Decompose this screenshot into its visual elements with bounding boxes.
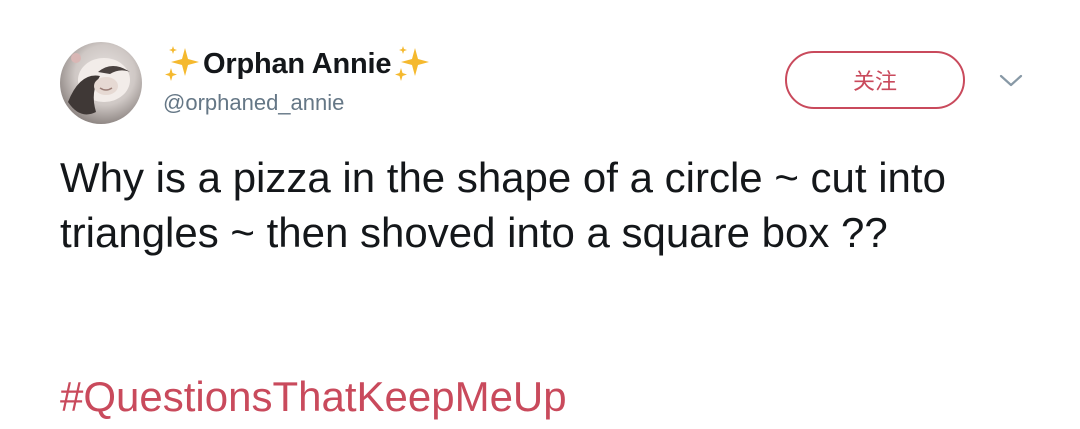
hashtag-link[interactable]: #QuestionsThatKeepMeUp <box>60 369 567 424</box>
sparkles-icon <box>393 44 431 84</box>
sparkles-icon <box>163 44 201 84</box>
follow-button-label: 关注 <box>852 70 897 95</box>
user-name-row[interactable]: Orphan Annie <box>163 42 431 86</box>
tweet-card: Orphan Annie @orphaned_annie 关注 Why is a… <box>0 0 1080 429</box>
chevron-down-icon[interactable] <box>998 72 1024 90</box>
avatar[interactable] <box>60 42 142 124</box>
avatar-photo <box>68 53 130 115</box>
user-handle[interactable]: @orphaned_annie <box>163 90 344 116</box>
follow-button[interactable]: 关注 <box>785 51 965 109</box>
display-name: Orphan Annie <box>203 47 392 80</box>
tweet-text: Why is a pizza in the shape of a circle … <box>60 154 946 256</box>
